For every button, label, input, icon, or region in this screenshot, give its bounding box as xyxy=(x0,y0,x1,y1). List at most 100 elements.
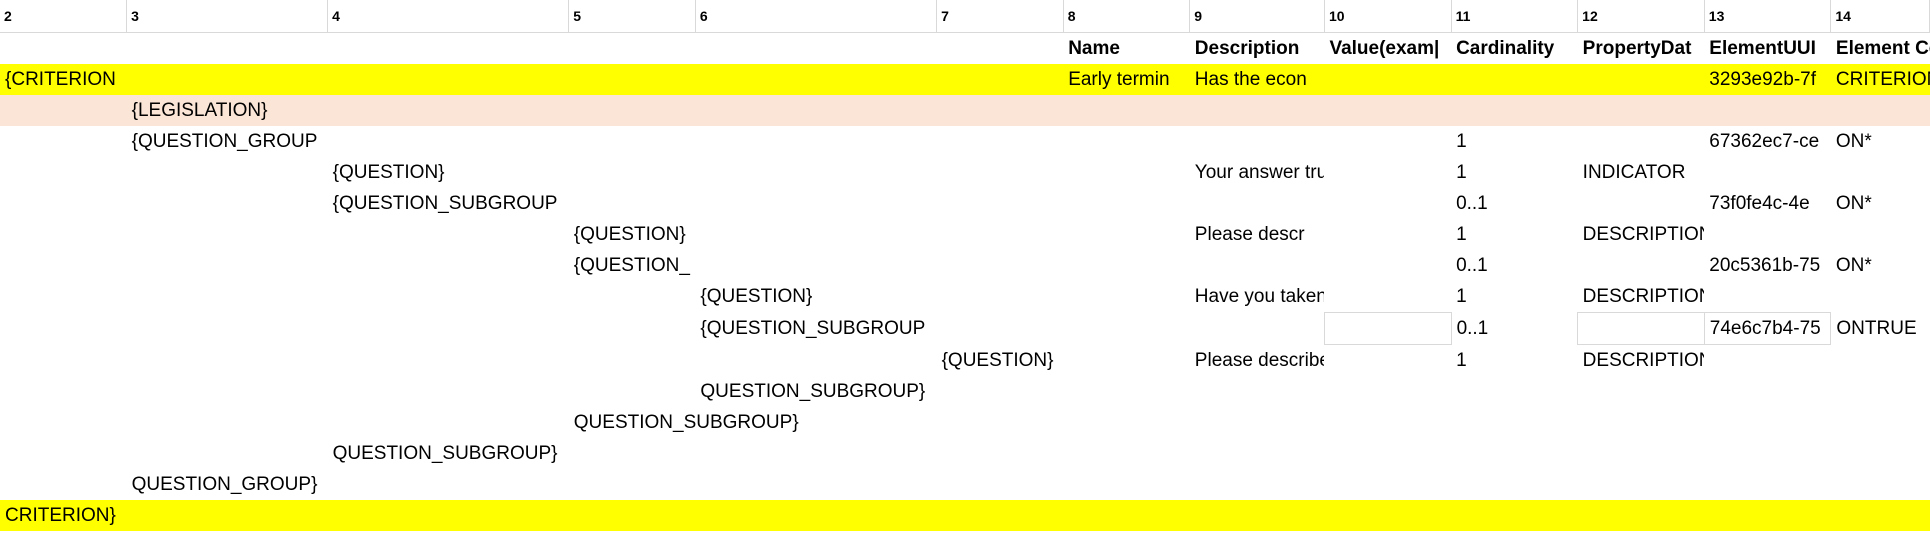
property-cell[interactable] xyxy=(1578,376,1705,407)
value-cell[interactable] xyxy=(1324,438,1451,469)
cell[interactable] xyxy=(0,126,127,157)
column-number[interactable]: 13 xyxy=(1704,0,1832,33)
header-uuid-cell[interactable]: ElementUUI xyxy=(1704,33,1831,65)
cell[interactable] xyxy=(695,438,936,469)
cell[interactable] xyxy=(937,438,1064,469)
cell[interactable] xyxy=(127,250,328,281)
property-cell[interactable] xyxy=(1578,469,1705,500)
cell[interactable] xyxy=(569,313,696,345)
cell[interactable] xyxy=(328,33,569,65)
structure-label-cell[interactable]: {LEGISLATION} xyxy=(126,95,328,126)
cell[interactable] xyxy=(0,345,127,377)
cell[interactable] xyxy=(695,469,936,500)
structure-label-cell[interactable]: {QUESTION_GROUP xyxy=(127,126,328,157)
cell[interactable] xyxy=(937,157,1064,188)
cell[interactable] xyxy=(327,95,569,126)
cell[interactable] xyxy=(695,250,936,281)
code-cell[interactable] xyxy=(1831,281,1930,313)
cell[interactable] xyxy=(937,33,1064,65)
cell[interactable] xyxy=(937,407,1064,438)
code-cell[interactable]: ON* xyxy=(1831,126,1930,157)
description-cell[interactable]: Has the econ xyxy=(1189,64,1325,95)
name-cell[interactable] xyxy=(1063,250,1190,281)
cell[interactable] xyxy=(328,219,569,250)
name-cell[interactable] xyxy=(1063,281,1190,313)
property-cell[interactable] xyxy=(1578,126,1705,157)
cell[interactable] xyxy=(127,188,328,219)
code-cell[interactable]: ON* xyxy=(1831,250,1930,281)
cell[interactable] xyxy=(695,157,936,188)
header-cardinality-cell[interactable]: Cardinality xyxy=(1451,33,1578,65)
value-cell[interactable] xyxy=(1324,407,1451,438)
cell[interactable] xyxy=(937,126,1064,157)
property-cell[interactable]: INDICATOR xyxy=(1578,157,1705,188)
value-cell[interactable] xyxy=(1324,219,1451,250)
cell[interactable] xyxy=(0,281,127,313)
cell[interactable] xyxy=(0,219,127,250)
cell[interactable] xyxy=(695,219,936,250)
cell[interactable] xyxy=(569,281,696,313)
column-number[interactable]: 2 xyxy=(0,0,128,33)
value-cell[interactable] xyxy=(1324,64,1452,95)
cell[interactable] xyxy=(937,469,1064,500)
value-cell[interactable] xyxy=(1324,188,1451,219)
uuid-cell[interactable] xyxy=(1704,95,1831,126)
cardinality-cell[interactable] xyxy=(1451,469,1578,500)
cell[interactable] xyxy=(328,281,569,313)
cell[interactable] xyxy=(569,33,696,65)
value-cell[interactable] xyxy=(1324,376,1451,407)
value-cell[interactable] xyxy=(1324,469,1451,500)
cardinality-cell[interactable]: 1 xyxy=(1451,345,1578,377)
name-cell[interactable] xyxy=(1063,188,1190,219)
value-cell[interactable] xyxy=(1324,250,1451,281)
code-cell[interactable] xyxy=(1831,157,1930,188)
cell[interactable] xyxy=(328,250,569,281)
cell[interactable] xyxy=(936,500,1064,531)
code-cell[interactable]: CRITERION.E xyxy=(1830,64,1930,95)
cardinality-cell[interactable]: 1 xyxy=(1451,157,1578,188)
uuid-cell[interactable] xyxy=(1704,345,1831,377)
code-cell[interactable] xyxy=(1831,219,1930,250)
cell[interactable] xyxy=(0,157,127,188)
column-number[interactable]: 10 xyxy=(1324,0,1452,33)
cardinality-cell[interactable]: 1 xyxy=(1451,219,1578,250)
structure-label-cell[interactable]: {QUESTION_SUBGROUP xyxy=(695,313,936,345)
name-cell[interactable] xyxy=(1063,500,1190,531)
description-cell[interactable] xyxy=(1190,438,1325,469)
cardinality-cell[interactable] xyxy=(1451,438,1578,469)
header-description-cell[interactable]: Description xyxy=(1190,33,1325,65)
column-number[interactable]: 4 xyxy=(327,0,570,33)
description-cell[interactable] xyxy=(1190,376,1325,407)
structure-label-cell[interactable]: {QUESTION_SUBGROUP xyxy=(328,188,569,219)
cardinality-cell[interactable] xyxy=(1451,64,1578,95)
header-property-cell[interactable]: PropertyDat xyxy=(1578,33,1705,65)
name-cell[interactable] xyxy=(1063,126,1190,157)
name-cell[interactable] xyxy=(1063,313,1190,345)
cell[interactable] xyxy=(127,407,328,438)
cell[interactable] xyxy=(568,500,696,531)
cardinality-cell[interactable] xyxy=(1451,500,1578,531)
cell[interactable] xyxy=(0,188,127,219)
structure-label-cell[interactable]: QUESTION_SUBGROUP} xyxy=(569,407,799,438)
cell[interactable] xyxy=(328,126,569,157)
value-cell[interactable] xyxy=(1324,500,1452,531)
property-cell[interactable]: DESCRIPTION xyxy=(1578,219,1705,250)
column-number[interactable]: 14 xyxy=(1830,0,1930,33)
cell[interactable] xyxy=(327,500,569,531)
value-cell[interactable] xyxy=(1323,312,1452,345)
description-cell[interactable] xyxy=(1190,407,1325,438)
cell[interactable] xyxy=(937,219,1064,250)
cell[interactable] xyxy=(937,188,1064,219)
code-cell[interactable] xyxy=(1831,438,1930,469)
property-cell[interactable]: DESCRIPTION xyxy=(1578,281,1705,313)
structure-label-cell[interactable]: QUESTION_GROUP} xyxy=(127,469,328,500)
name-cell[interactable] xyxy=(1063,407,1190,438)
cardinality-cell[interactable] xyxy=(1451,95,1578,126)
description-cell[interactable]: Please describe them xyxy=(1190,345,1325,377)
cardinality-cell[interactable]: 1 xyxy=(1451,126,1578,157)
cell[interactable] xyxy=(569,126,696,157)
property-cell[interactable] xyxy=(1577,64,1705,95)
value-cell[interactable] xyxy=(1324,281,1451,313)
cell[interactable] xyxy=(695,95,937,126)
cell[interactable] xyxy=(127,281,328,313)
